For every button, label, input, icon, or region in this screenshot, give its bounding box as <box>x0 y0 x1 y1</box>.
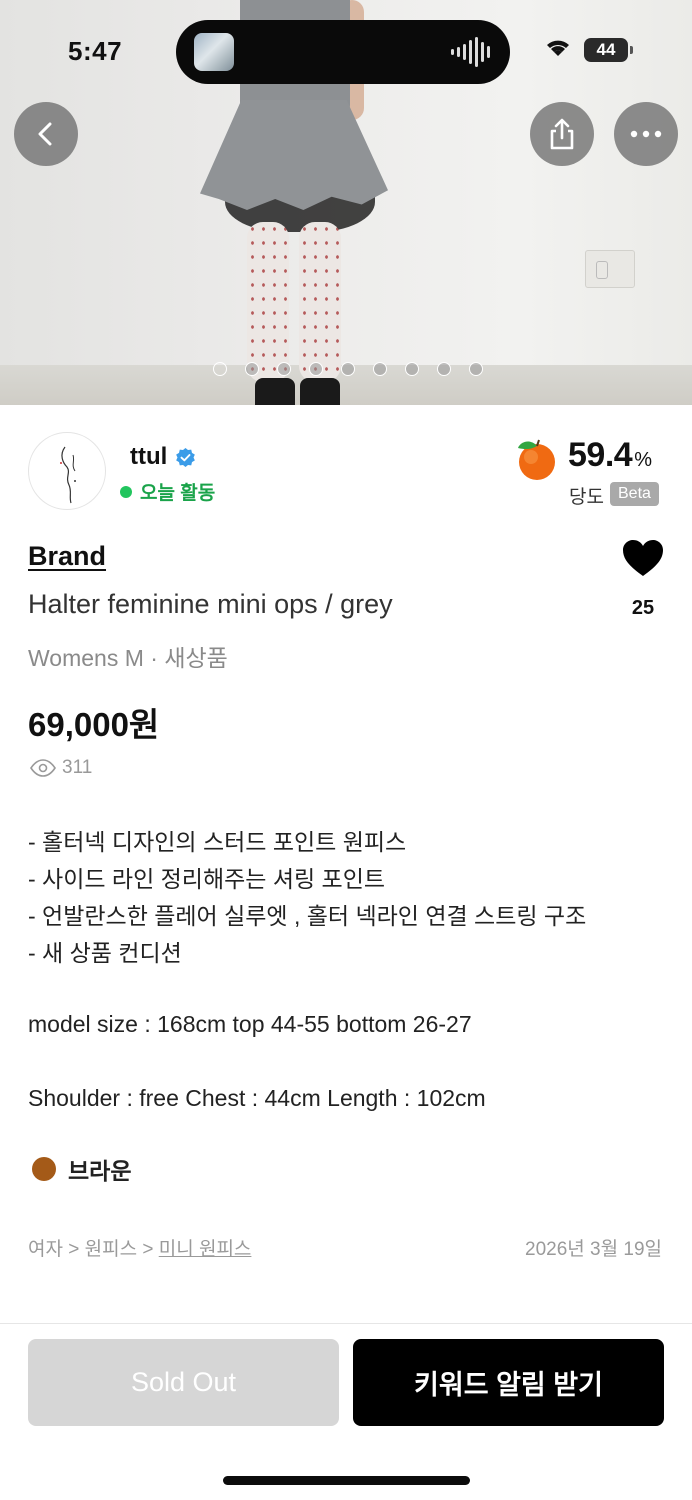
page-dot[interactable] <box>469 362 483 376</box>
measurements: Shoulder : free Chest : 44cm Length : 10… <box>28 1085 486 1111</box>
keyword-alert-button[interactable]: 키워드 알림 받기 <box>353 1339 664 1426</box>
peach-icon <box>518 439 555 480</box>
avatar-sketch-icon <box>60 446 76 504</box>
color-swatch <box>32 1157 56 1181</box>
image-pagination[interactable] <box>213 362 483 376</box>
chevron-left-icon <box>38 122 52 146</box>
home-indicator[interactable] <box>223 1476 470 1485</box>
status-time: 5:47 <box>68 36 123 66</box>
page-dot[interactable] <box>277 362 291 376</box>
share-button[interactable] <box>530 102 594 166</box>
dynamic-island[interactable] <box>176 20 510 84</box>
audio-waveform-icon <box>451 36 490 68</box>
page-dot[interactable] <box>437 362 451 376</box>
more-button[interactable] <box>614 102 678 166</box>
share-icon <box>550 118 574 150</box>
page-dot[interactable] <box>309 362 323 376</box>
page-dot[interactable] <box>245 362 259 376</box>
product-price: 69,000원 <box>28 706 160 743</box>
page-dot[interactable] <box>373 362 387 376</box>
seller-avatar[interactable] <box>28 432 106 510</box>
sold-out-button[interactable]: Sold Out <box>28 1339 339 1426</box>
online-dot-icon <box>120 485 132 498</box>
heart-icon <box>623 540 663 576</box>
eye-icon <box>30 759 56 777</box>
ellipsis-icon <box>630 130 662 138</box>
category-breadcrumb: 여자 > 원피스 > 미니 원피스 <box>28 1239 252 1260</box>
posted-date: 2026년 3월 19일 <box>525 1239 662 1260</box>
now-playing-thumbnail <box>194 33 234 71</box>
like-button[interactable]: 25 <box>618 538 668 620</box>
product-meta: Womens M · 새상품 <box>28 645 228 671</box>
view-count: 311 <box>30 757 92 779</box>
divider <box>0 1323 692 1324</box>
wall-outlet <box>585 250 635 288</box>
product-title: Halter feminine mini ops / grey <box>28 589 393 619</box>
description-line: - 홀터넥 디자인의 스터드 포인트 원피스 <box>28 829 407 855</box>
color-option: 브라운 <box>32 1152 131 1186</box>
seller-name[interactable]: ttul <box>130 443 167 471</box>
like-count: 25 <box>631 597 655 619</box>
brand-link[interactable]: Brand <box>28 541 106 572</box>
wifi-icon <box>547 40 569 56</box>
description-line: - 언발란스한 플레어 실루엣 , 홀터 넥라인 연결 스트링 구조 <box>28 903 587 929</box>
product-description: - 홀터넥 디자인의 스터드 포인트 원피스 - 사이드 라인 정리해주는 셔링… <box>28 824 586 972</box>
page-dot[interactable] <box>405 362 419 376</box>
model-size: model size : 168cm top 44-55 bottom 26-2… <box>28 1011 472 1037</box>
category-link[interactable]: 미니 원피스 <box>159 1239 252 1260</box>
beta-badge: Beta <box>610 482 659 506</box>
description-line: - 새 상품 컨디션 <box>28 940 182 966</box>
page-dot[interactable] <box>341 362 355 376</box>
activity-status: 오늘 활동 <box>120 478 215 505</box>
verified-badge-icon <box>176 447 196 467</box>
page-dot[interactable] <box>213 362 227 376</box>
sweetness-score[interactable]: 59.4% 당도 Beta <box>512 434 662 514</box>
back-button[interactable] <box>14 102 78 166</box>
battery-indicator: 44 <box>584 38 633 62</box>
description-line: - 사이드 라인 정리해주는 셔링 포인트 <box>28 866 386 892</box>
seller-name-row[interactable]: ttul <box>130 443 196 471</box>
